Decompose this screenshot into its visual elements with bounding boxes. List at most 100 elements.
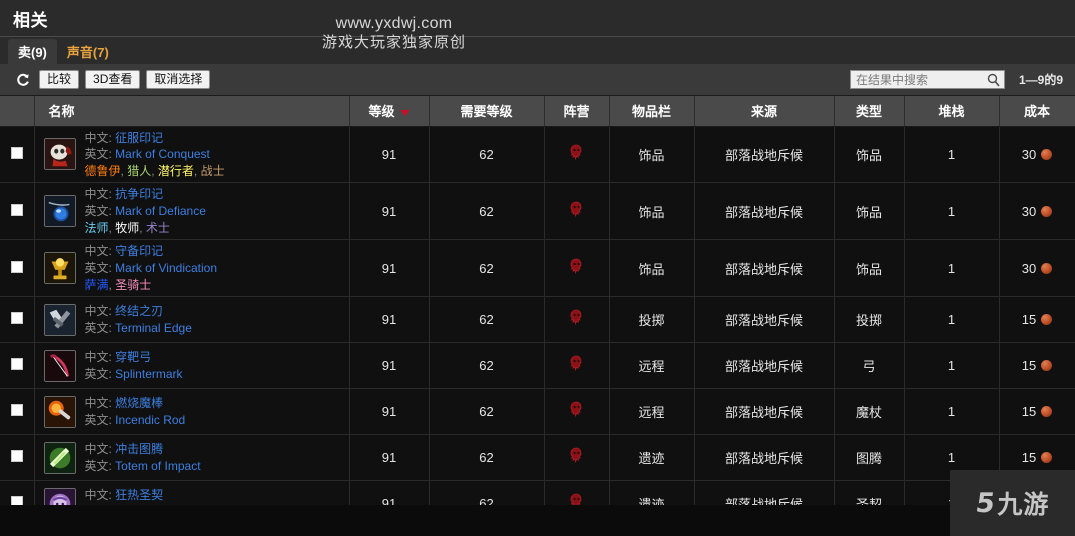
row-select-cell[interactable]	[0, 126, 35, 184]
row-select-cell[interactable]	[0, 388, 35, 436]
cn-label: 中文:	[84, 350, 116, 364]
item-source[interactable]: 部落战地斥候	[694, 480, 835, 505]
item-name-cn[interactable]: 终结之刃	[115, 304, 163, 318]
table-row[interactable]: 中文: 抗争印记 英文: Mark of Defiance 法师, 牧师, 术士 91…	[0, 182, 1075, 241]
column-header-cost[interactable]: 成本	[999, 96, 1075, 127]
tab-sell[interactable]: 卖(9)	[8, 39, 57, 64]
item-slot: 遗迹	[609, 434, 695, 482]
item-name-cn[interactable]: 穿靶弓	[115, 350, 151, 364]
item-name-cn[interactable]: 燃烧魔棒	[115, 396, 163, 410]
row-select-cell[interactable]	[0, 239, 35, 298]
search-box[interactable]	[849, 70, 1005, 92]
en-label: 英文:	[84, 458, 116, 473]
deselect-button[interactable]: 取消选择	[146, 70, 211, 89]
row-checkbox[interactable]	[10, 450, 23, 463]
table-body: 中文: 征服印记 英文: Mark of Conquest 德鲁伊, 猎人, 潜行者…	[0, 126, 1075, 505]
item-cost: 15	[999, 296, 1075, 344]
row-checkbox[interactable]	[10, 203, 23, 216]
refresh-icon[interactable]	[14, 71, 32, 89]
red-bow-icon[interactable]	[43, 349, 76, 382]
copper-coin-icon	[1041, 452, 1053, 464]
steel-blade-icon[interactable]	[43, 303, 76, 336]
row-select-cell[interactable]	[0, 434, 35, 482]
item-name-en[interactable]: Mark of Vindication	[115, 261, 217, 275]
item-name-cell[interactable]: 中文: 穿靶弓 英文: Splintermark	[34, 342, 350, 390]
item-level: 91	[349, 480, 430, 505]
horde-emblem-icon	[568, 447, 585, 468]
column-header-stack[interactable]: 堆栈	[904, 96, 1000, 127]
item-source[interactable]: 部落战地斥候	[694, 126, 835, 184]
item-name-en[interactable]: Terminal Edge	[115, 321, 192, 335]
item-name-cell[interactable]: 中文: 冲击图腾英文: Totem of Impact	[34, 434, 350, 482]
compare-button[interactable]: 比较	[39, 70, 80, 89]
row-checkbox[interactable]	[10, 146, 23, 159]
item-source[interactable]: 部落战地斥候	[694, 296, 835, 344]
column-header-name[interactable]: 名称	[34, 96, 350, 127]
item-source[interactable]: 部落战地斥候	[694, 342, 835, 390]
item-type: 弓	[834, 342, 905, 390]
item-name-cell[interactable]: 中文: 抗争印记 英文: Mark of Defiance 法师, 牧师, 术士	[34, 182, 350, 241]
item-cost: 30	[999, 126, 1075, 184]
table-row[interactable]: 中文: 穿靶弓 英文: Splintermark 91 62 远程 部落战地斥候弓 1 15	[0, 342, 1075, 390]
horde-emblem-icon	[568, 355, 585, 376]
row-select-cell[interactable]	[0, 296, 35, 344]
tab-sound[interactable]: 声音(7)	[56, 39, 119, 64]
table-row[interactable]: 中文: 狂热圣契英文: Libram of Zeal9162 遗迹部落战地斥候圣契…	[0, 480, 1075, 505]
item-name-en[interactable]: Mark of Conquest	[115, 147, 210, 161]
table-row[interactable]: 中文: 冲击图腾 英文: Totem of Impact 91 62 遗迹 部落战地斥候图…	[0, 434, 1075, 482]
column-header-select-all[interactable]	[0, 96, 35, 127]
table-row[interactable]: 中文: 燃烧魔棒 英文: Incendic Rod 91 62 远程 部落战地斥候 魔杖 1 1…	[0, 388, 1075, 436]
item-name-cn[interactable]: 征服印记	[115, 131, 163, 145]
blue-pendant-icon[interactable]	[43, 195, 76, 228]
item-name-cell[interactable]: 中文: 守备印记 英文: Mark of Vindication 萨满, 圣骑士	[34, 239, 350, 298]
row-checkbox[interactable]	[10, 260, 23, 273]
item-name-en[interactable]: Mark of Defiance	[115, 204, 206, 218]
skull-mask-icon[interactable]	[43, 138, 76, 171]
item-source[interactable]: 部落战地斥候	[694, 239, 835, 298]
row-select-cell[interactable]	[0, 182, 35, 241]
row-checkbox[interactable]	[10, 312, 23, 325]
column-header-required-level[interactable]: 需要等级	[429, 96, 545, 127]
item-name-cell[interactable]: 中文: 狂热圣契英文: Libram of Zeal	[34, 480, 350, 505]
item-name-cn-line: 中文: 燃烧魔棒	[85, 396, 164, 410]
table-row[interactable]: 中文: 征服印记 英文: Mark of Conquest 德鲁伊, 猎人, 潜行者…	[0, 126, 1075, 184]
row-select-cell[interactable]	[0, 342, 35, 390]
view-3d-button[interactable]: 3D查看	[85, 70, 141, 89]
search-input[interactable]	[850, 71, 1004, 88]
item-name-cn[interactable]: 狂热圣契	[115, 488, 163, 502]
row-select-cell[interactable]	[0, 480, 35, 505]
item-source[interactable]: 部落战地斥候	[694, 182, 835, 241]
item-name-cell[interactable]: 中文: 征服印记 英文: Mark of Conquest 德鲁伊, 猎人, 潜行者…	[34, 126, 350, 184]
item-name-cn[interactable]: 冲击图腾	[115, 442, 163, 456]
item-name-en[interactable]: Totem of Impact	[115, 459, 200, 473]
gold-trophy-icon[interactable]	[43, 252, 76, 285]
green-totem-icon[interactable]	[43, 441, 76, 474]
item-name-cell[interactable]: 中文: 终结之刃 英文: Terminal Edge	[34, 296, 350, 344]
item-name-en[interactable]: Incendic Rod	[115, 413, 185, 427]
column-header-type[interactable]: 类型	[834, 96, 905, 127]
row-checkbox[interactable]	[10, 358, 23, 371]
item-class-2: 圣骑士	[115, 277, 152, 292]
row-checkbox[interactable]	[10, 404, 23, 417]
cn-label: 中文:	[84, 442, 116, 456]
flame-wand-icon[interactable]	[43, 395, 76, 428]
table-row[interactable]: 中文: 守备印记 英文: Mark of Vindication 萨满, 圣骑士 91…	[0, 239, 1075, 298]
column-header-faction[interactable]: 阵营	[544, 96, 610, 127]
column-header-slot[interactable]: 物品栏	[609, 96, 695, 127]
row-checkbox[interactable]	[10, 496, 23, 505]
item-name-cn[interactable]: 抗争印记	[115, 187, 163, 201]
table-header-row: 名称 等级 需要等级 阵营 物品栏 来源 类型 堆栈 成本	[0, 96, 1075, 127]
item-name-cell[interactable]: 中文: 燃烧魔棒 英文: Incendic Rod	[34, 388, 350, 436]
item-name-en[interactable]: Splintermark	[115, 367, 182, 381]
item-class-1: 萨满	[84, 277, 109, 292]
item-cost: 15	[999, 342, 1075, 390]
column-header-source[interactable]: 来源	[694, 96, 835, 127]
table-row[interactable]: 中文: 终结之刃 英文: Terminal Edge 91 62 投掷 部落战地斥候 投掷 1…	[0, 296, 1075, 344]
item-source[interactable]: 部落战地斥候	[694, 388, 835, 436]
item-source[interactable]: 部落战地斥候	[694, 434, 835, 482]
column-header-level[interactable]: 等级	[349, 96, 430, 127]
search-icon[interactable]	[987, 73, 1000, 92]
item-type: 饰品	[834, 182, 905, 241]
purple-libram-icon[interactable]	[43, 487, 76, 505]
item-name-cn[interactable]: 守备印记	[115, 244, 163, 258]
